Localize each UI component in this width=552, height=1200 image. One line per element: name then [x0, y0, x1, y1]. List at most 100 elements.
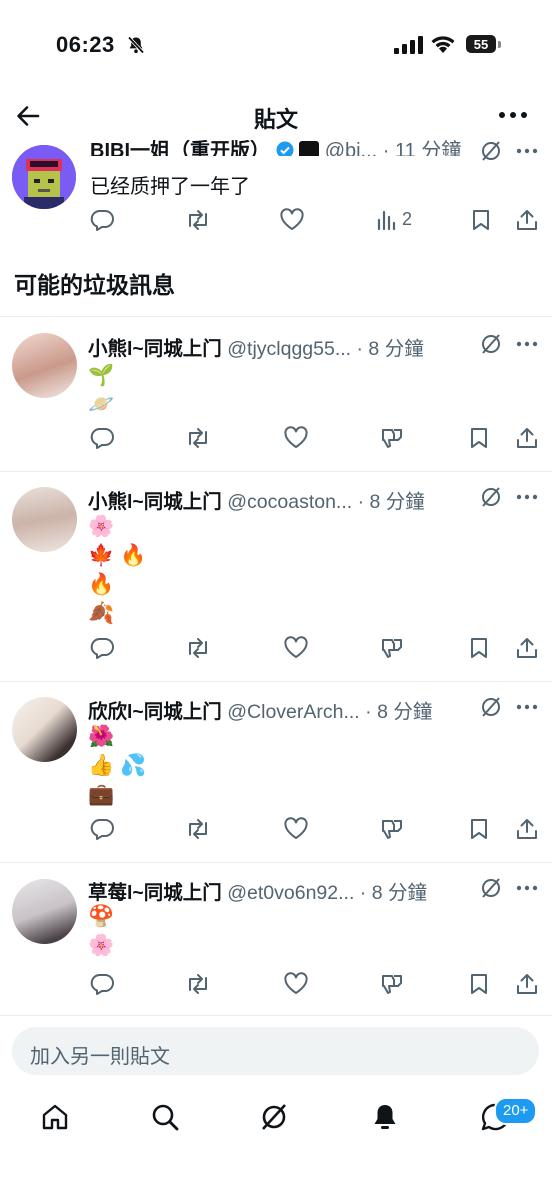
post-time: · 8 分鐘	[365, 701, 433, 723]
bottom-tab-bar	[0, 1090, 552, 1150]
post-actions	[0, 817, 552, 847]
like-icon[interactable]	[283, 426, 309, 450]
like-icon[interactable]	[279, 208, 305, 232]
more-options-icon[interactable]	[516, 148, 538, 154]
author-name[interactable]: BIBI一姐（重开版）	[90, 140, 270, 156]
grok-icon[interactable]	[259, 1102, 289, 1132]
reply-input[interactable]: 加入另一則貼文	[12, 1027, 539, 1075]
post-header: 草莓l~同城上门 @et0vo6n92... · 8 分鐘	[88, 876, 427, 905]
author-handle[interactable]: @bi...	[325, 140, 378, 156]
status-bar: 06:23 55	[0, 0, 552, 90]
post-time: · 8 分鐘	[357, 491, 425, 513]
post-content: 🌸 🍁 🔥 🔥 🍂	[88, 512, 146, 628]
section-title: 可能的垃圾訊息	[14, 272, 175, 298]
emoji-line: 🔥	[88, 573, 115, 596]
reply-icon[interactable]	[90, 208, 114, 232]
like-icon[interactable]	[283, 972, 309, 996]
avatar[interactable]	[12, 879, 77, 944]
repost-icon[interactable]	[185, 636, 211, 660]
list-item[interactable]: 小熊l~同城上门 @cocoaston... · 8 分鐘 🌸 🍁 🔥 🔥 🍂	[0, 471, 552, 681]
avatar[interactable]	[12, 697, 77, 762]
divider	[0, 1015, 552, 1016]
emoji-line: 🌸	[88, 515, 115, 538]
like-icon[interactable]	[283, 636, 309, 660]
repost-icon[interactable]	[185, 817, 211, 841]
author-handle[interactable]: @et0vo6n92...	[227, 882, 354, 904]
author-handle[interactable]: @tjyclqgg55...	[227, 338, 351, 360]
author-name[interactable]: 小熊l~同城上门	[88, 338, 222, 360]
more-options-icon[interactable]	[516, 494, 538, 500]
downvote-icon[interactable]	[380, 636, 406, 660]
share-icon[interactable]	[515, 636, 539, 660]
reply-icon[interactable]	[90, 972, 114, 996]
author-handle[interactable]: @CloverArch...	[227, 701, 360, 723]
bookmark-icon[interactable]	[468, 972, 490, 996]
share-icon[interactable]	[515, 426, 539, 450]
more-options-icon[interactable]	[516, 341, 538, 347]
page-title: 貼文	[253, 107, 298, 132]
more-options-icon[interactable]	[498, 110, 528, 120]
status-time: 06:23	[56, 32, 115, 57]
list-item[interactable]: 草莓l~同城上门 @et0vo6n92... · 8 分鐘 🍄 🌸	[0, 862, 552, 1016]
avatar[interactable]	[12, 145, 76, 209]
reply-icon[interactable]	[90, 636, 114, 660]
repost-icon[interactable]	[185, 208, 211, 232]
repost-icon[interactable]	[185, 426, 211, 450]
share-icon[interactable]	[515, 817, 539, 841]
author-handle[interactable]: @cocoaston...	[227, 491, 352, 513]
pixel-avatar-icon	[12, 145, 76, 209]
emoji-line: 🍁 🔥	[88, 544, 147, 567]
post-actions	[0, 636, 552, 666]
post-header: 小熊l~同城上门 @tjyclqgg55... · 8 分鐘	[88, 332, 424, 361]
reply-icon[interactable]	[90, 426, 114, 450]
post-actions	[0, 972, 552, 1002]
views-icon[interactable]	[376, 208, 398, 232]
cell-signal-icon	[394, 36, 423, 54]
share-icon[interactable]	[515, 972, 539, 996]
bookmark-icon[interactable]	[468, 636, 490, 660]
author-name[interactable]: 小熊l~同城上门	[88, 491, 222, 513]
repost-icon[interactable]	[185, 972, 211, 996]
grok-icon[interactable]	[480, 486, 502, 508]
downvote-icon[interactable]	[380, 426, 406, 450]
grok-icon[interactable]	[480, 333, 502, 355]
grok-icon[interactable]	[480, 140, 502, 162]
list-item[interactable]: 小熊l~同城上门 @tjyclqgg55... · 8 分鐘 🌱 🪐	[0, 316, 552, 471]
search-icon[interactable]	[150, 1102, 180, 1132]
emoji-line: 🌸	[88, 934, 115, 957]
bookmark-icon[interactable]	[468, 426, 490, 450]
emoji-line: 🌱	[88, 364, 115, 387]
top-nav: 貼文	[0, 90, 552, 140]
list-item[interactable]: 欣欣l~同城上门 @CloverArch... · 8 分鐘 🌺 👍 💦 💼	[0, 681, 552, 862]
post-time: · 8 分鐘	[356, 338, 424, 360]
grok-icon[interactable]	[480, 877, 502, 899]
post-header: 小熊l~同城上门 @cocoaston... · 8 分鐘	[88, 485, 425, 514]
parent-tweet[interactable]: BIBI一姐（重开版） @bi... · 11 分鐘 已经质押了一年了 2	[0, 140, 552, 248]
reply-icon[interactable]	[90, 817, 114, 841]
avatar[interactable]	[12, 487, 77, 552]
more-options-icon[interactable]	[516, 704, 538, 710]
grok-icon[interactable]	[480, 696, 502, 718]
battery-indicator: 55	[466, 35, 496, 53]
author-name[interactable]: 欣欣l~同城上门	[88, 701, 222, 723]
affiliate-badge-icon	[299, 141, 320, 156]
parent-tweet-header: BIBI一姐（重开版） @bi... · 11 分鐘	[90, 140, 461, 156]
tweet-actions: 2	[0, 208, 552, 238]
like-icon[interactable]	[283, 817, 309, 841]
tweet-text: 已经质押了一年了	[90, 176, 250, 198]
downvote-icon[interactable]	[380, 817, 406, 841]
battery-cap	[498, 41, 501, 48]
bookmark-icon[interactable]	[470, 208, 492, 232]
post-header: 欣欣l~同城上门 @CloverArch... · 8 分鐘	[88, 695, 432, 724]
emoji-line: 👍 💦	[88, 754, 147, 777]
downvote-icon[interactable]	[380, 972, 406, 996]
more-options-icon[interactable]	[516, 885, 538, 891]
avatar[interactable]	[12, 333, 77, 398]
notifications-bell-icon[interactable]	[370, 1102, 400, 1132]
share-icon[interactable]	[515, 208, 539, 232]
bookmark-icon[interactable]	[468, 817, 490, 841]
home-icon[interactable]	[40, 1102, 70, 1132]
author-name[interactable]: 草莓l~同城上门	[88, 882, 222, 904]
notification-badge: 20+	[494, 1097, 538, 1125]
post-content: 🌱 🪐	[88, 361, 114, 419]
